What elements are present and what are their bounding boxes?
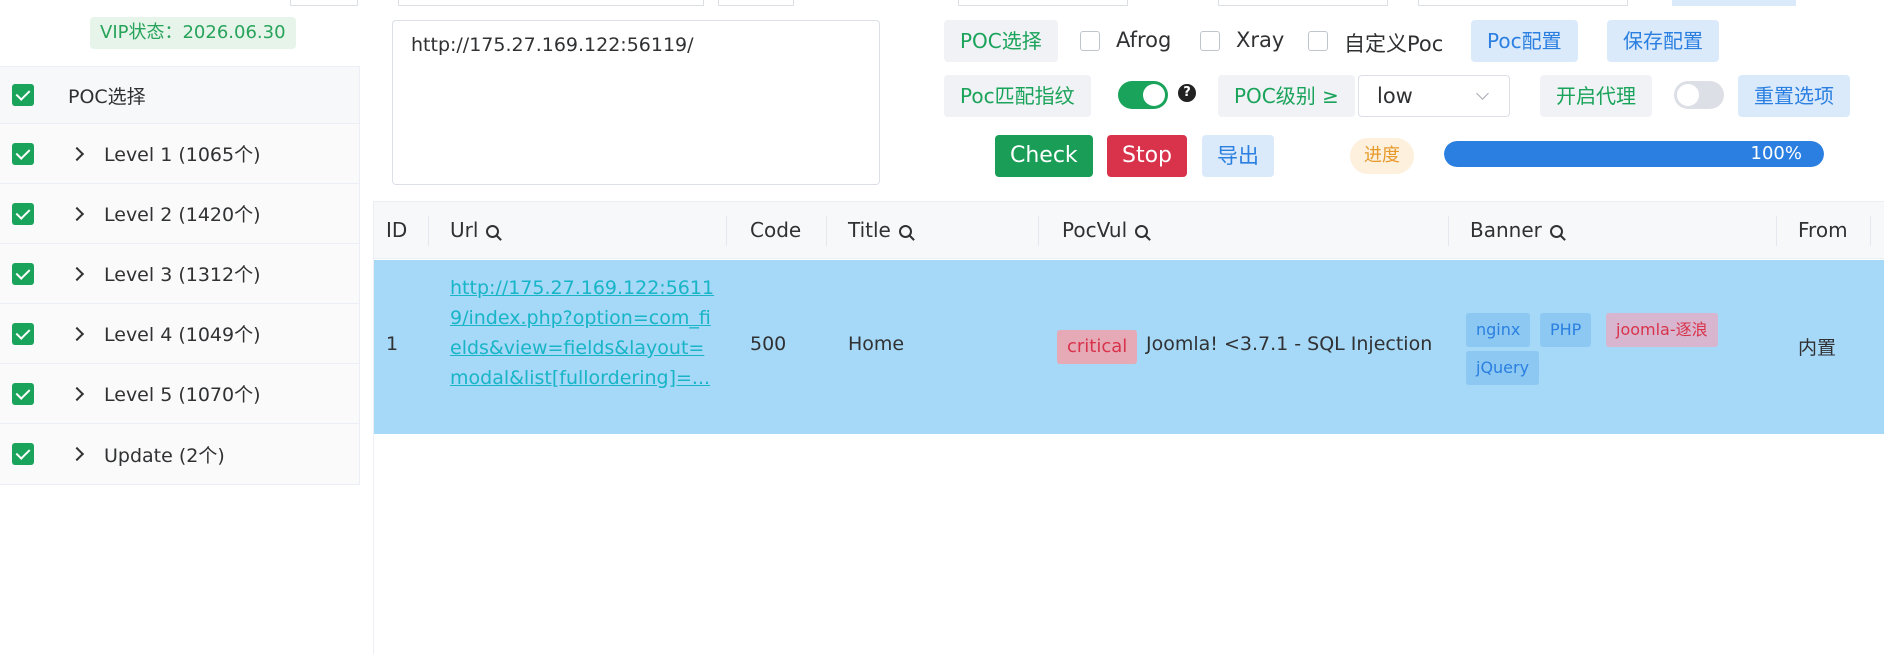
top-control-stub[interactable] xyxy=(1218,0,1388,6)
afrog-label: Afrog xyxy=(1116,28,1172,52)
severity-badge: critical xyxy=(1057,330,1138,364)
afrog-checkbox[interactable] xyxy=(1080,31,1100,51)
progress-fill: 100% xyxy=(1444,141,1824,167)
cell-from: 内置 xyxy=(1798,337,1837,359)
progress-text: 100% xyxy=(1750,143,1802,164)
proxy-label: 开启代理 xyxy=(1540,75,1652,117)
tree-item-label: Level 5 (1070个) xyxy=(104,384,261,406)
column-header-label: Banner xyxy=(1470,218,1542,242)
progress-label: 进度 xyxy=(1350,138,1414,174)
tree-item-level-2[interactable]: Level 2 (1420个) xyxy=(0,184,359,244)
top-control-stub[interactable] xyxy=(958,0,1128,6)
search-icon[interactable] xyxy=(486,225,500,238)
chevron-right-icon[interactable] xyxy=(69,206,85,221)
tree-item-label: Update (2个) xyxy=(104,444,225,467)
cell-vul-name: Joomla! <3.7.1 - SQL Injection xyxy=(1146,333,1433,355)
chevron-right-icon[interactable] xyxy=(69,146,85,161)
search-icon[interactable] xyxy=(898,225,912,238)
column-header-url[interactable]: Url xyxy=(450,202,500,259)
poc-match-toggle[interactable] xyxy=(1118,81,1168,109)
chevron-right-icon[interactable] xyxy=(69,326,85,341)
checkbox[interactable] xyxy=(12,322,34,345)
top-control-stub[interactable] xyxy=(1672,0,1796,6)
tree-item-level-5[interactable]: Level 5 (1070个) xyxy=(0,364,359,424)
column-header-from[interactable]: From xyxy=(1798,202,1848,259)
column-header-label: PocVul xyxy=(1062,218,1128,242)
column-divider xyxy=(428,216,429,246)
column-divider xyxy=(1776,216,1777,246)
poc-level-select[interactable]: low xyxy=(1358,75,1510,117)
cell-url-link[interactable]: http://175.27.169.122:56119/index.php?op… xyxy=(450,273,720,393)
column-header-code[interactable]: Code xyxy=(750,202,801,259)
column-header-label: Url xyxy=(450,218,479,242)
export-button[interactable]: 导出 xyxy=(1202,135,1274,177)
poc-config-button[interactable]: Poc配置 xyxy=(1471,20,1578,62)
column-header-id[interactable]: ID xyxy=(386,202,407,259)
tree-item-level-3[interactable]: Level 3 (1312个) xyxy=(0,244,359,304)
poc-level-label: POC级别 ≥ xyxy=(1218,75,1355,117)
checkbox[interactable] xyxy=(12,443,34,465)
reset-options-button[interactable]: 重置选项 xyxy=(1738,75,1850,117)
progress-bar: 100% xyxy=(1444,141,1824,167)
column-header-title[interactable]: Title xyxy=(848,202,912,259)
tree-item-label: Level 3 (1312个) xyxy=(104,264,261,286)
poc-level-value: low xyxy=(1377,84,1413,108)
tree-item-level-4[interactable]: Level 4 (1049个) xyxy=(0,304,359,364)
column-divider xyxy=(726,216,727,246)
save-config-button[interactable]: 保存配置 xyxy=(1607,20,1719,62)
table-row[interactable]: 1 http://175.27.169.122:56119/index.php?… xyxy=(374,260,1884,434)
top-control-stub[interactable] xyxy=(718,0,794,6)
tree-item-label: Level 2 (1420个) xyxy=(104,204,261,226)
select-all-checkbox[interactable] xyxy=(12,84,34,106)
cell-title: Home xyxy=(848,333,905,355)
search-icon[interactable] xyxy=(1549,225,1563,238)
xray-checkbox[interactable] xyxy=(1200,31,1220,51)
poc-tree-header[interactable]: POC选择 xyxy=(0,67,359,124)
search-icon[interactable] xyxy=(1135,225,1149,238)
chevron-right-icon[interactable] xyxy=(69,446,85,462)
banner-tag-jquery: jQuery xyxy=(1466,351,1540,385)
column-divider xyxy=(826,216,827,246)
column-header-pocvul[interactable]: PocVul xyxy=(1062,202,1149,259)
stop-button[interactable]: Stop xyxy=(1107,135,1188,177)
tree-item-label: Level 1 (1065个) xyxy=(104,144,261,166)
xray-label: Xray xyxy=(1236,28,1285,52)
vip-status-badge: VIP状态：2026.06.30 xyxy=(90,17,296,49)
tree-item-level-1[interactable]: Level 1 (1065个) xyxy=(0,124,359,184)
help-icon[interactable]: ? xyxy=(1178,84,1196,102)
results-table: ID Url Code Title PocVul Banner From 1 h… xyxy=(373,201,1884,654)
banner-tag-php: PHP xyxy=(1540,313,1592,347)
chevron-down-icon xyxy=(1476,87,1489,100)
check-button[interactable]: Check xyxy=(995,135,1093,177)
banner-tag-joomla: joomla-逐浪 xyxy=(1606,313,1718,347)
column-divider xyxy=(1038,216,1039,246)
checkbox[interactable] xyxy=(12,202,34,225)
column-header-label: Title xyxy=(848,218,891,242)
cell-id: 1 xyxy=(386,333,399,355)
poc-select-button[interactable]: POC选择 xyxy=(944,20,1058,62)
target-url-textarea[interactable]: http://175.27.169.122:56119/ xyxy=(392,20,880,185)
tree-item-label: Level 4 (1049个) xyxy=(104,324,261,346)
checkbox[interactable] xyxy=(12,382,34,405)
table-header: ID Url Code Title PocVul Banner From xyxy=(374,201,1884,259)
proxy-toggle[interactable] xyxy=(1674,81,1724,109)
poc-tree-header-label: POC选择 xyxy=(68,85,146,108)
column-divider xyxy=(1448,216,1449,246)
chevron-right-icon[interactable] xyxy=(69,266,85,281)
poc-match-fingerprint-button[interactable]: Poc匹配指纹 xyxy=(944,75,1091,117)
checkbox[interactable] xyxy=(12,262,34,285)
column-header-banner[interactable]: Banner xyxy=(1470,202,1563,259)
top-control-stub[interactable] xyxy=(290,0,358,6)
poc-tree: POC选择 Level 1 (1065个) Level 2 (1420个) Le… xyxy=(0,66,360,485)
chevron-right-icon[interactable] xyxy=(69,386,85,401)
banner-tag-nginx: nginx xyxy=(1466,313,1531,347)
custom-poc-label: 自定义Poc xyxy=(1344,32,1444,56)
cell-code: 500 xyxy=(750,333,787,355)
column-divider xyxy=(1870,216,1871,246)
top-control-stub[interactable] xyxy=(1418,0,1628,6)
custom-poc-checkbox[interactable] xyxy=(1308,31,1328,51)
tree-item-update[interactable]: Update (2个) xyxy=(0,424,359,484)
checkbox[interactable] xyxy=(12,142,34,165)
top-control-stub[interactable] xyxy=(398,0,704,6)
